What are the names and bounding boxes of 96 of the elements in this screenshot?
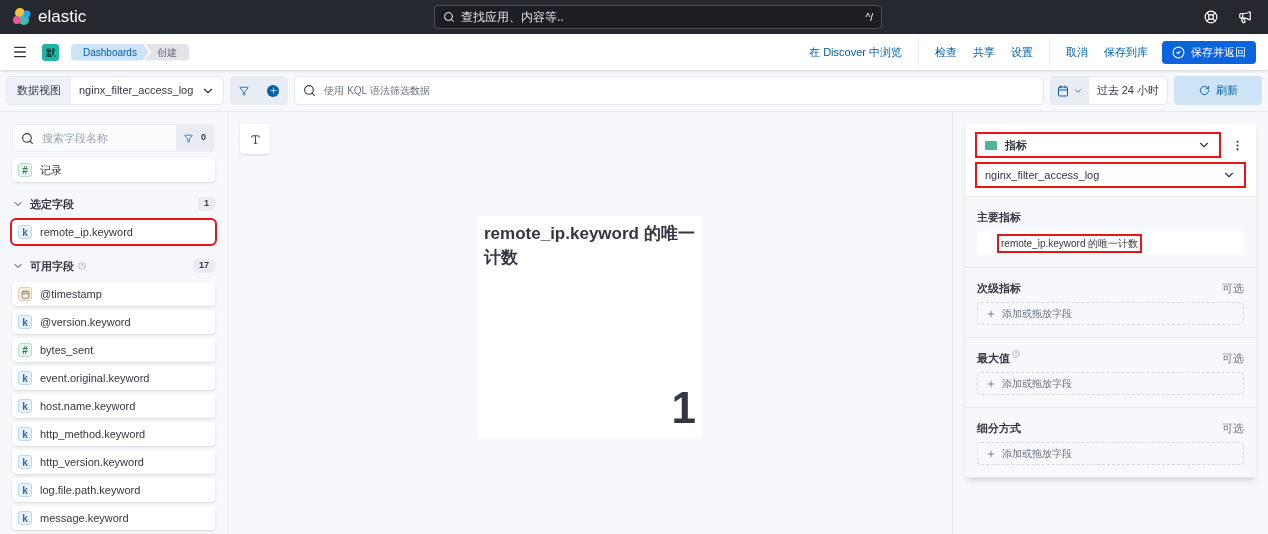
help-icon [78,262,86,270]
field-search-field[interactable]: 搜索字段名称 0 [12,124,215,152]
field-type-badge: k [18,511,32,525]
section-title[interactable]: 选定字段 [30,195,74,213]
add-field-dropzone[interactable]: 添加或拖放字段 [977,442,1244,465]
query-input[interactable]: 使用 KQL 语法筛选数据 [324,83,1035,98]
count-badge: 1 [198,197,215,211]
plus-icon [986,308,996,319]
dimension-label: remote_ip.keyword 的唯一计数 [999,235,1141,251]
field-name: @version.keyword [40,314,131,330]
save-and-return-button[interactable]: 保存并返回 [1162,40,1256,64]
global-search-field[interactable]: 查找应用、内容等.. ^/ [434,5,882,29]
metric-title: remote_ip.keyword 的唯一计数 [484,223,696,269]
help-icon[interactable] [1204,10,1218,24]
search-icon [21,131,34,145]
group-title: 次级指标 [977,280,1021,296]
nav-link[interactable]: 保存到库 [1096,43,1156,61]
field-type-badge: # [18,163,32,177]
field-item[interactable]: k event.original.keyword [12,366,215,390]
menu-icon[interactable] [12,44,28,60]
count-badge: 17 [193,259,215,273]
text-icon [249,133,261,145]
field-name: message.keyword [40,510,129,526]
field-filter-button[interactable]: 0 [176,125,214,151]
field-type-badge: k [18,371,32,385]
refresh-button[interactable]: 刷新 [1174,76,1262,105]
search-icon [443,11,455,23]
nav-link[interactable]: 取消 [1058,43,1096,61]
field-name: http_method.keyword [40,426,146,442]
nav-link[interactable]: 共享 [965,43,1003,61]
logo-icon [12,7,32,27]
field-name: @timestamp [40,286,102,302]
field-type-badge: k [18,399,32,413]
shortcut-hint: ^/ [865,10,873,25]
check-icon [1172,45,1185,59]
vis-type-select[interactable]: 指标 [977,134,1219,156]
section-title[interactable]: 可用字段 [30,257,74,275]
metric-value: 1 [671,384,696,432]
field-name: event.original.keyword [40,370,150,386]
calendar-type-icon [18,287,32,301]
dimension-item[interactable]: remote_ip.keyword 的唯一计数 [977,231,1244,255]
nav-link[interactable]: 检查 [927,43,965,61]
field-item[interactable]: # 记录 [12,158,215,182]
field-name: remote_ip.keyword [40,224,133,240]
field-item[interactable]: k message.keyword [12,506,215,530]
breadcrumb[interactable]: Dashboards [71,43,149,61]
field-type-badge: k [18,315,32,329]
optional-label: 可选 [1222,350,1244,366]
field-type-badge: k [18,455,32,469]
logo-text: elastic [38,6,87,29]
plus-icon [986,378,996,389]
field-name: log.file.path.keyword [40,482,141,498]
field-name: host.name.keyword [40,398,136,414]
group-title: 最大值 [977,350,1010,366]
plus-icon [986,448,996,459]
field-name: http_version.keyword [40,454,144,470]
field-type-badge: k [18,225,32,239]
data-view-value: nginx_filter_access_log [78,83,195,99]
data-view-picker[interactable]: 数据视图 nginx_filter_access_log [6,76,225,105]
nav-link[interactable]: 在 Discover 中浏览 [801,43,910,61]
field-type-badge: # [18,343,32,357]
field-item[interactable]: k remote_ip.keyword [12,220,215,244]
help-icon [1012,350,1020,358]
nav-link[interactable]: 设置 [1003,43,1041,61]
field-item[interactable]: k @version.keyword [12,310,215,334]
field-item[interactable]: @timestamp [12,282,215,306]
breadcrumb[interactable]: 创建 [144,43,189,61]
add-filter-icon[interactable] [267,84,280,97]
search-icon [303,84,317,97]
add-field-dropzone[interactable]: 添加或拖放字段 [977,302,1244,325]
filter-icon[interactable] [239,85,250,96]
optional-label: 可选 [1222,280,1244,296]
query-field[interactable]: 使用 KQL 语法筛选数据 [294,76,1044,105]
add-field-dropzone[interactable]: 添加或拖放字段 [977,372,1244,395]
group-title: 主要指标 [977,209,1021,225]
field-name: bytes_sent [40,342,94,358]
data-view-select[interactable]: nginx_filter_access_log [977,164,1244,186]
date-picker-button[interactable] [1050,77,1089,104]
global-search-input[interactable]: 查找应用、内容等.. [461,8,860,26]
text-tool-button[interactable] [240,124,270,154]
group-title: 细分方式 [977,420,1021,436]
field-type-badge: k [18,427,32,441]
field-item[interactable]: k host.name.keyword [12,394,215,418]
refresh-icon [1198,85,1210,96]
field-item[interactable]: k http_method.keyword [12,422,215,446]
field-name: 记录 [40,162,62,178]
filter-icon [184,133,193,143]
field-item[interactable]: k http_version.keyword [12,450,215,474]
field-item[interactable]: k log.file.path.keyword [12,478,215,502]
space-avatar[interactable]: 默 [42,43,59,61]
optional-label: 可选 [1222,420,1244,436]
calendar-icon [1056,84,1069,97]
megaphone-icon[interactable] [1238,10,1252,24]
field-item[interactable]: # bytes_sent [12,338,215,362]
field-type-badge: k [18,483,32,497]
data-view-label: 数据视图 [7,77,71,104]
